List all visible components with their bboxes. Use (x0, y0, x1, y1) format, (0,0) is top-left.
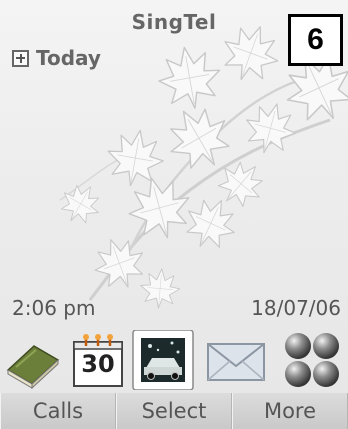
apps-menu-icon[interactable] (280, 330, 344, 390)
select-softkey[interactable]: Select (116, 393, 232, 429)
calendar-day-number: 30 (81, 350, 115, 378)
clock-date: 18/07/06 (251, 296, 341, 320)
expand-plus-icon (12, 49, 29, 67)
more-softkey[interactable]: More (232, 393, 348, 429)
media-icon[interactable] (132, 330, 194, 390)
shortcut-dock: 30 (0, 330, 348, 390)
today-label: Today (36, 46, 101, 70)
messages-icon[interactable] (204, 330, 268, 390)
clock-time: 2:06 pm (12, 296, 96, 320)
step-number-badge: 6 (288, 14, 343, 66)
phone-screen: SingTel Today 6 2:06 pm 18/07/06 30 Call… (0, 0, 348, 429)
calendar-icon[interactable]: 30 (70, 330, 128, 390)
softkey-bar: Calls Select More (0, 393, 348, 429)
phonebook-icon[interactable] (2, 330, 62, 390)
calls-softkey[interactable]: Calls (0, 393, 116, 429)
today-agenda-toggle[interactable]: Today (12, 46, 101, 70)
